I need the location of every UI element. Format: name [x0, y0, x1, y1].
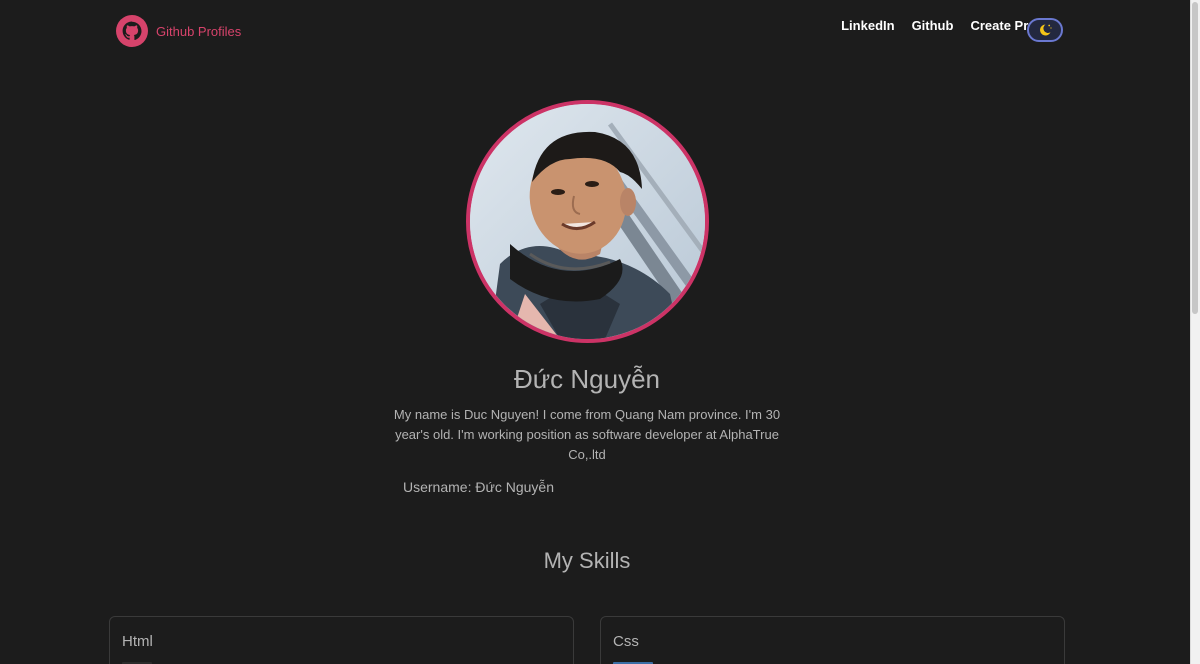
- page-scrollbar[interactable]: [1190, 0, 1200, 664]
- profile-photo: [470, 104, 705, 339]
- navbar: Github Profiles LinkedIn Github Create P…: [0, 0, 1190, 62]
- github-icon: [116, 15, 148, 47]
- profile-avatar: [466, 100, 709, 343]
- profile-name: Đức Nguyễn: [513, 364, 661, 394]
- skill-name: Css: [613, 633, 639, 650]
- nav-links: LinkedIn Github Create Profile: [824, 18, 1055, 33]
- skills-heading: My Skills: [543, 548, 631, 573]
- skill-card-css: Css: [600, 616, 1065, 664]
- profile-bio: My name is Duc Nguyen! I come from Quang…: [393, 407, 781, 462]
- profile-username: Username: Đức Nguyễn: [403, 479, 554, 495]
- brand-label: Github Profiles: [156, 23, 242, 39]
- nav-link-github[interactable]: Github: [912, 18, 954, 33]
- nav-link-linkedin[interactable]: LinkedIn: [841, 18, 894, 33]
- theme-toggle-button[interactable]: [1027, 18, 1063, 42]
- skill-card-html: Html: [109, 616, 574, 664]
- skill-name: Html: [122, 633, 153, 650]
- page: Github Profiles LinkedIn Github Create P…: [0, 0, 1200, 664]
- scrollbar-thumb[interactable]: [1192, 2, 1198, 314]
- brand-link[interactable]: Github Profiles: [116, 15, 241, 47]
- moon-icon: [1040, 24, 1052, 36]
